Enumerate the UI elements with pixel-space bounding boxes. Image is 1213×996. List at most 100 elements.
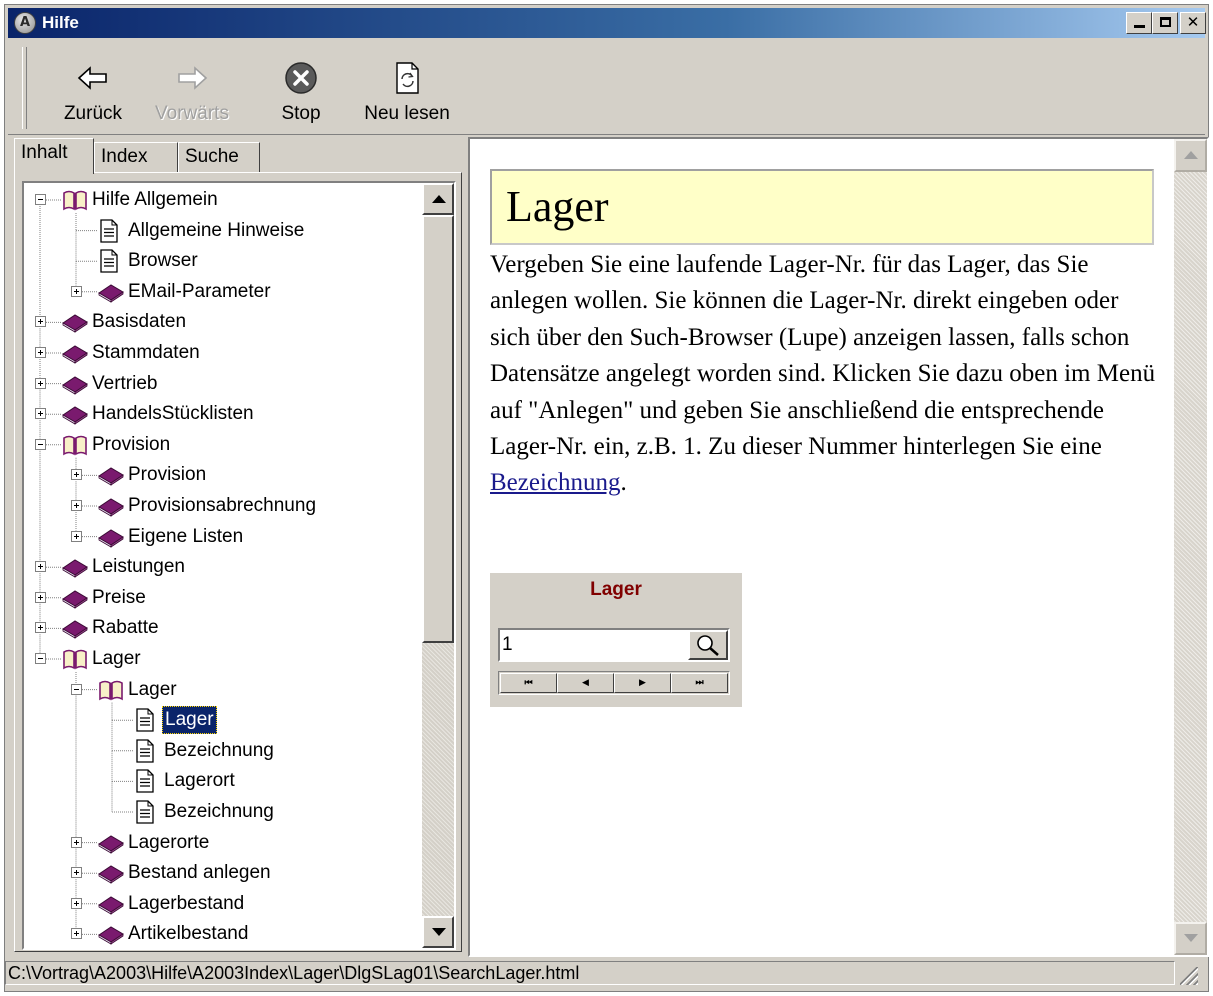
- tree-book-item[interactable]: Lager: [24, 644, 420, 674]
- tree-page-item[interactable]: Lagerort: [24, 766, 420, 796]
- closed-book-icon: [98, 281, 124, 303]
- scroll-up-arrow-icon: [432, 195, 446, 203]
- tree-scroll-down-button[interactable]: [422, 916, 454, 948]
- closed-book-icon: [62, 556, 88, 578]
- tree-page-item[interactable]: Bezeichnung: [24, 797, 420, 827]
- open-book-icon: [62, 648, 88, 670]
- back-button[interactable]: Zurück: [50, 51, 136, 131]
- close-icon: ✕: [1186, 13, 1200, 31]
- closed-book-icon: [62, 311, 88, 334]
- paragraph-end: .: [620, 469, 627, 497]
- tree-book-item[interactable]: Vertrieb: [24, 369, 420, 399]
- content-scroll-up-button[interactable]: [1174, 139, 1207, 172]
- closed-book-icon: [98, 526, 124, 548]
- contents-tree[interactable]: Hilfe Allgemein Allgemeine Hinweise Browse…: [22, 181, 456, 950]
- tree-book-item[interactable]: HandelsStücklisten: [24, 399, 420, 429]
- tree-book-item[interactable]: Lagerbestand: [24, 889, 420, 919]
- expand-icon[interactable]: [35, 377, 46, 389]
- tree-item-label: Bestand anlegen: [128, 862, 271, 884]
- closed-book-icon: [62, 587, 88, 609]
- status-path: C:\Vortrag\A2003\Hilfe\A2003Index\Lager\…: [5, 961, 1175, 985]
- tree-item-label: Eigene Listen: [128, 525, 244, 547]
- expand-icon[interactable]: [35, 408, 46, 420]
- expand-icon[interactable]: [71, 836, 82, 848]
- refresh-button[interactable]: Neu lesen: [358, 51, 456, 131]
- tree-page-item[interactable]: Allgemeine Hinweise: [24, 216, 420, 246]
- bezeichnung-link[interactable]: Bezeichnung: [490, 469, 621, 496]
- tree-scroll-thumb[interactable]: [422, 215, 454, 643]
- tab-index[interactable]: Index: [94, 142, 178, 172]
- expand-icon[interactable]: [35, 347, 46, 358]
- forward-arrow-icon: [178, 66, 208, 90]
- expand-icon[interactable]: [35, 561, 46, 573]
- tree-book-item[interactable]: Bestand anlegen: [24, 858, 420, 888]
- expand-icon[interactable]: [35, 316, 46, 328]
- expand-icon[interactable]: [71, 500, 82, 511]
- scroll-down-arrow-icon: [1184, 934, 1198, 942]
- close-button[interactable]: ✕: [1180, 12, 1206, 34]
- tree-item-label: Artikelbestand: [128, 923, 249, 945]
- collapse-icon[interactable]: [35, 653, 46, 664]
- tab-inhalt[interactable]: Inhalt: [14, 138, 94, 174]
- expand-icon[interactable]: [71, 928, 82, 940]
- tree-book-item[interactable]: Lager: [24, 675, 420, 705]
- expand-icon[interactable]: [71, 897, 82, 909]
- tree-item-label: Lager: [92, 648, 141, 669]
- tree-book-item[interactable]: Rabatte: [24, 613, 420, 643]
- tree-book-item[interactable]: Preise: [24, 583, 420, 613]
- closed-book-icon: [98, 923, 124, 946]
- expand-icon[interactable]: [71, 867, 82, 879]
- tree-book-item[interactable]: Basisdaten: [24, 307, 420, 337]
- tree-scroll-up-button[interactable]: [422, 183, 454, 215]
- collapse-icon[interactable]: [35, 438, 46, 450]
- forward-button[interactable]: Vorwärts: [148, 51, 236, 131]
- tree-book-item[interactable]: EMail-Parameter: [24, 277, 420, 307]
- toolbar: Zurück Vorwärts Stop Neu lesen: [8, 41, 1205, 135]
- page-title: Lager: [506, 182, 609, 231]
- tree-book-item[interactable]: Leistungen: [24, 552, 420, 582]
- tree-book-item[interactable]: Artikelbestand: [24, 919, 420, 948]
- expand-icon[interactable]: [71, 469, 82, 481]
- tree-book-item[interactable]: Provision: [24, 460, 420, 490]
- navigation-tabs: Inhalt Index Suche: [14, 138, 454, 174]
- expand-icon[interactable]: [35, 591, 46, 603]
- tree-book-item[interactable]: Eigene Listen: [24, 522, 420, 552]
- tree-item-label: Lagerbestand: [128, 892, 245, 914]
- tree-vertical-scrollbar[interactable]: [422, 183, 454, 948]
- tree-item-label: Stammdaten: [92, 342, 200, 363]
- last-record-icon: ⏭: [671, 673, 728, 693]
- tree-page-item[interactable]: Bezeichnung: [24, 736, 420, 766]
- tree-item-label: Basisdaten: [92, 311, 187, 333]
- collapse-icon[interactable]: [71, 683, 82, 695]
- tree-book-item[interactable]: Lagerorte: [24, 828, 420, 858]
- tree-item-label: Bezeichnung: [164, 739, 274, 761]
- minimize-icon: [1133, 25, 1145, 28]
- tree-item-label: Provision: [92, 433, 171, 455]
- toolbar-grip[interactable]: [22, 47, 27, 129]
- stop-button[interactable]: Stop: [262, 51, 340, 131]
- title-bar[interactable]: A Hilfe ✕: [8, 8, 1206, 38]
- content-vertical-scrollbar[interactable]: [1174, 139, 1207, 955]
- tab-suche[interactable]: Suche: [178, 142, 260, 172]
- resize-grip-icon[interactable]: [1180, 967, 1198, 985]
- tree-book-item[interactable]: Stammdaten: [24, 338, 420, 368]
- tree-book-item[interactable]: Provisionsabrechnung: [24, 491, 420, 521]
- closed-book-icon: [62, 617, 88, 640]
- maximize-button[interactable]: [1152, 12, 1178, 34]
- tree-book-item[interactable]: Hilfe Allgemein: [24, 185, 420, 215]
- back-button-label: Zurück: [63, 103, 123, 124]
- tree-page-item[interactable]: Lager: [24, 705, 420, 735]
- expand-icon[interactable]: [71, 285, 82, 297]
- content-scroll-down-button[interactable]: [1174, 922, 1207, 955]
- tree-book-item[interactable]: Provision: [24, 430, 420, 460]
- closed-book-icon: [98, 862, 124, 884]
- minimize-button[interactable]: [1126, 12, 1152, 34]
- expand-icon[interactable]: [35, 622, 46, 634]
- collapse-icon[interactable]: [35, 194, 46, 205]
- scroll-down-arrow-icon: [432, 928, 446, 936]
- status-bar: C:\Vortrag\A2003\Hilfe\A2003Index\Lager\…: [3, 959, 1200, 987]
- window-title: Hilfe: [42, 13, 79, 32]
- expand-icon[interactable]: [71, 530, 82, 542]
- app-icon: A: [14, 12, 36, 34]
- tree-page-item[interactable]: Browser: [24, 246, 420, 276]
